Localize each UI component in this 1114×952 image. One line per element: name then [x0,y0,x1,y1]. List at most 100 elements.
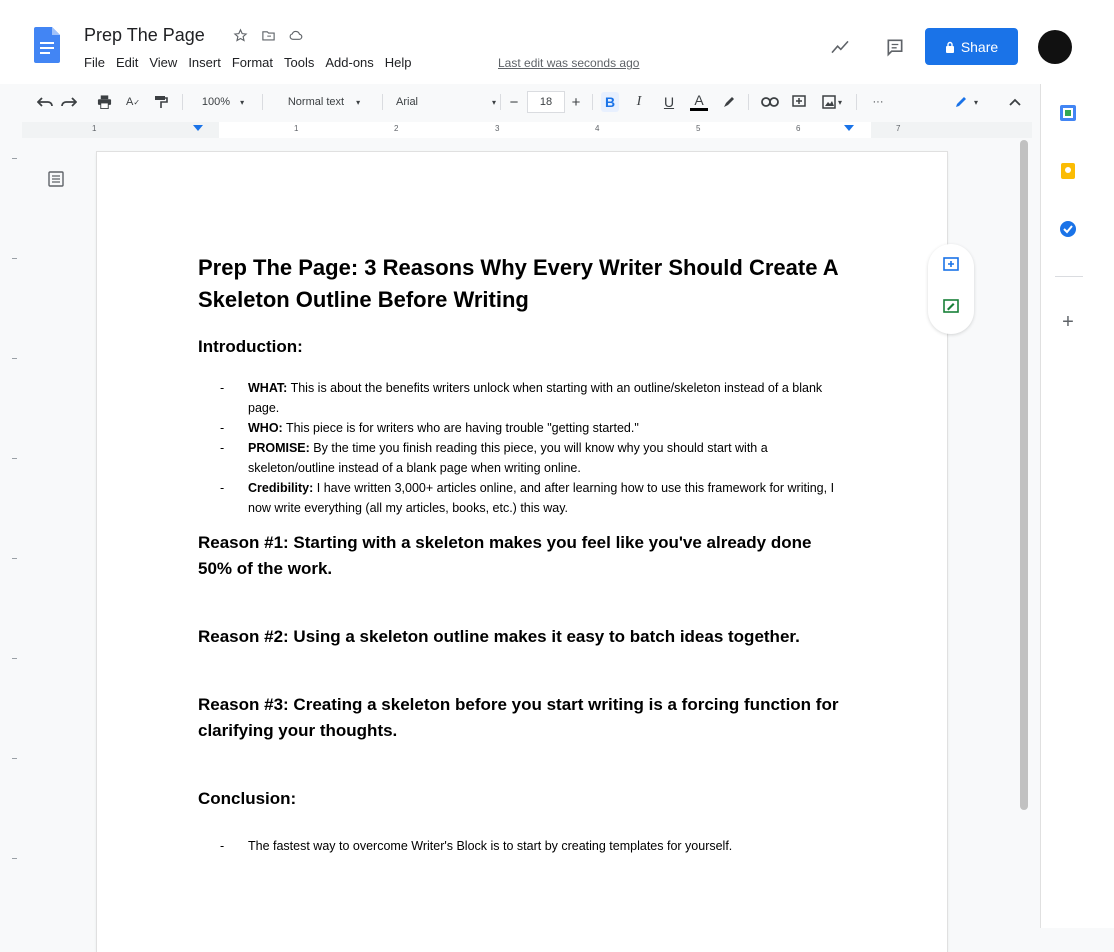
toolbar-separator [382,94,383,110]
document-heading: Prep The Page: 3 Reasons Why Every Write… [198,255,838,312]
menu-edit[interactable]: Edit [116,55,138,70]
suggest-edits-icon[interactable] [940,296,962,318]
ruler-label: 3 [495,124,500,133]
menu-bar: File Edit View Insert Format Tools Add-o… [84,55,423,70]
app-header: Prep The Page File Edit View Insert Form… [0,0,1114,84]
chevron-down-icon: ▾ [973,97,978,107]
ruler-text-area [219,122,871,138]
redo-icon[interactable] [60,92,78,112]
font-select[interactable]: Arial ▾ [396,92,496,112]
document-title[interactable]: Prep The Page [84,25,205,46]
menu-tools[interactable]: Tools [284,55,314,70]
chevron-down-icon: ▾ [491,97,496,107]
docs-logo-icon[interactable] [34,27,60,63]
get-add-ons-button[interactable]: + [1057,311,1079,333]
ruler-label: 2 [394,124,399,133]
list-item: PROMISE: By the time you finish reading … [220,438,848,478]
side-panel-divider [1055,276,1083,277]
reason-1-heading: Reason #1: Starting with a skeleton make… [198,533,812,578]
increase-font-size-button[interactable]: + [568,92,584,112]
horizontal-ruler[interactable]: 1 1 2 3 4 5 6 7 [22,122,1032,138]
text-color-button[interactable]: A [690,92,708,111]
conclusion-list: The fastest way to overcome Writer's Blo… [198,836,848,856]
menu-view[interactable]: View [149,55,177,70]
font-value: Arial [396,96,419,108]
font-size-input[interactable]: 18 [527,91,565,113]
toolbar-separator [748,94,749,110]
chevron-down-icon: ▾ [240,97,245,107]
list-item: The fastest way to overcome Writer's Blo… [220,836,848,856]
menu-add-ons[interactable]: Add-ons [325,55,373,70]
ruler-label: 1 [92,124,97,133]
menu-file[interactable]: File [84,55,105,70]
reason-3-heading: Reason #3: Creating a skeleton before yo… [198,695,839,740]
zoom-select[interactable]: 100% ▾ [198,92,248,112]
decrease-font-size-button[interactable]: − [506,92,522,112]
style-select[interactable]: Normal text ▾ [276,92,372,112]
menu-help[interactable]: Help [385,55,412,70]
reason-2-heading: Reason #2: Using a skeleton outline make… [198,627,800,646]
vertical-scrollbar[interactable] [1020,140,1028,810]
user-avatar[interactable] [1038,30,1072,64]
spellcheck-icon[interactable]: A ✓ [124,92,142,112]
toolbar-separator [262,94,263,110]
insert-image-icon[interactable]: ▾ [818,92,846,112]
menu-format[interactable]: Format [232,55,273,70]
calendar-icon[interactable] [1057,102,1079,124]
keep-icon[interactable] [1057,160,1079,182]
side-panel: + [1040,84,1114,928]
left-indent-marker[interactable] [193,125,203,131]
document-body[interactable]: Prep The Page: 3 Reasons Why Every Write… [198,252,848,856]
cloud-status-icon[interactable] [287,26,305,44]
list-item: WHO: This piece is for writers who are h… [220,418,848,438]
menu-insert[interactable]: Insert [188,55,221,70]
move-to-folder-icon[interactable] [259,26,277,44]
list-item: WHAT: This is about the benefits writers… [220,378,848,418]
introduction-heading: Introduction: [198,337,303,356]
share-button[interactable]: Share [925,28,1018,65]
star-icon[interactable] [231,26,249,44]
paint-format-icon[interactable] [152,92,170,112]
right-indent-marker[interactable] [844,125,854,131]
floating-comment-toolbar [928,244,974,334]
vertical-ruler[interactable] [8,138,22,928]
chevron-down-icon: ▾ [837,97,842,107]
activity-trend-icon[interactable] [829,36,851,58]
document-page[interactable]: Prep The Page: 3 Reasons Why Every Write… [97,152,947,952]
highlight-pen-icon[interactable] [720,92,738,112]
title-icons [231,26,305,44]
comments-icon[interactable] [884,36,906,58]
list-item: Credibility: I have written 3,000+ artic… [220,478,848,518]
last-edit-link[interactable]: Last edit was seconds ago [498,56,639,70]
pencil-icon [955,97,966,107]
style-value: Normal text [287,96,345,108]
toolbar-separator [592,94,593,110]
bold-button[interactable]: B [601,92,619,112]
toolbar-separator [856,94,857,110]
add-comment-icon[interactable] [940,254,962,276]
undo-icon[interactable] [36,92,54,112]
add-comment-icon[interactable] [790,92,808,112]
collapse-menus-icon[interactable] [1006,92,1024,112]
document-outline-icon[interactable] [47,170,65,188]
underline-button[interactable]: U [660,92,678,112]
share-label: Share [960,38,999,55]
lock-icon [945,41,954,53]
introduction-list: WHAT: This is about the benefits writers… [198,378,848,518]
tasks-icon[interactable] [1057,218,1079,240]
toolbar: A ✓ 100% ▾ Normal text ▾ Arial ▾ − 18 + B… [0,86,1040,118]
more-options-button[interactable]: ··· [866,92,890,112]
conclusion-heading: Conclusion: [198,789,297,808]
print-icon[interactable] [95,92,113,112]
zoom-value: 100% [201,96,231,108]
editing-mode-button[interactable]: ▾ [946,92,986,112]
italic-button[interactable]: I [630,92,648,112]
toolbar-separator [500,94,501,110]
ruler-label: 4 [595,124,600,133]
ruler-label: 1 [294,124,299,133]
link-icon[interactable] [760,92,780,112]
toolbar-separator [182,94,183,110]
ruler-label: 5 [696,124,701,133]
ruler-label: 6 [796,124,801,133]
chevron-down-icon: ▾ [356,97,361,107]
